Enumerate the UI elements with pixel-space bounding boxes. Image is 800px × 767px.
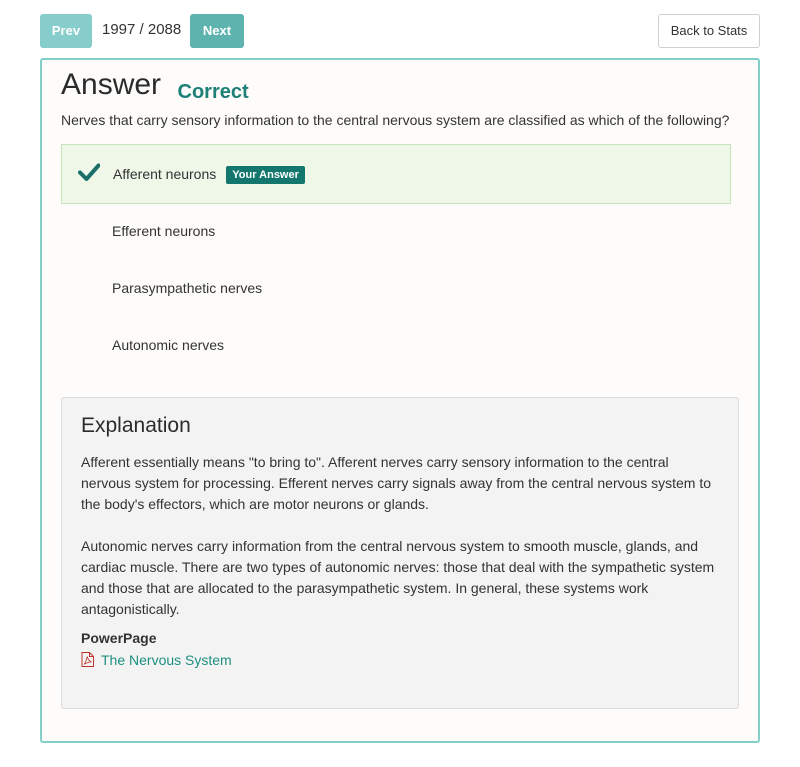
powerpage-label: PowerPage — [81, 630, 157, 646]
option-label: Autonomic nerves — [112, 337, 225, 353]
prev-button[interactable]: Prev — [40, 14, 92, 48]
option-label: Efferent neurons — [112, 223, 216, 239]
answer-option-3[interactable]: Parasympathetic nerves — [61, 259, 729, 317]
option-label: Parasympathetic nerves — [112, 280, 263, 296]
next-button[interactable]: Next — [190, 14, 244, 48]
question-counter: 1997 / 2088 — [102, 21, 182, 38]
top-navigation: Prev 1997 / 2088 Next Back to Stats — [40, 14, 760, 48]
option-label: Afferent neurons Your Answer — [113, 166, 305, 185]
answer-card: Answer Correct Nerves that carry sensory… — [40, 58, 760, 743]
explanation-paragraph-2: Autonomic nerves carry information from … — [81, 538, 715, 617]
answer-option-1[interactable]: Afferent neurons Your Answer — [61, 144, 731, 204]
back-to-stats-button[interactable]: Back to Stats — [658, 14, 760, 48]
answer-title: Answer — [61, 68, 162, 101]
answer-option-2[interactable]: Efferent neurons — [61, 202, 729, 260]
answer-heading: Answer Correct — [61, 68, 249, 108]
explanation-panel: Explanation Afferent essentially means "… — [61, 397, 739, 709]
pdf-icon — [81, 652, 94, 667]
explanation-paragraph-1: Afferent essentially means "to bring to"… — [81, 454, 711, 512]
result-status: Correct — [177, 81, 249, 103]
question-text: Nerves that carry sensory information to… — [61, 112, 730, 128]
answer-option-4[interactable]: Autonomic nerves — [61, 316, 729, 374]
explanation-title: Explanation — [81, 414, 191, 437]
powerpage-link-text[interactable]: The Nervous System — [101, 652, 232, 668]
powerpage-link[interactable]: The Nervous System — [81, 652, 232, 668]
checkmark-icon — [78, 163, 100, 181]
your-answer-badge: Your Answer — [226, 166, 305, 184]
